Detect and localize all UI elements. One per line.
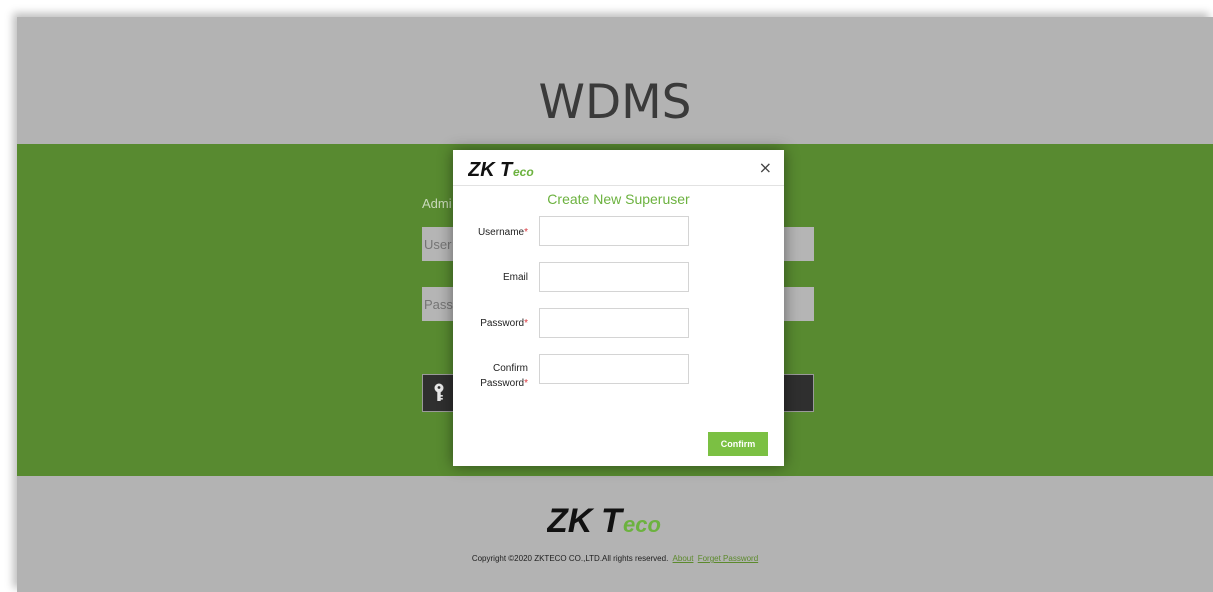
about-link[interactable]: About	[673, 554, 694, 563]
required-marker: *	[524, 227, 528, 238]
footer-copyright: Copyright ©2020 ZKTECO CO.,LTD.All right…	[17, 554, 1213, 563]
confirm-password-input[interactable]	[539, 354, 689, 384]
dialog-header: ZK T eco ×	[453, 150, 784, 186]
username-label: Username*	[477, 227, 528, 238]
username-input[interactable]	[539, 216, 689, 246]
dialog-title: Create New Superuser	[547, 191, 690, 207]
login-heading: Admi	[422, 196, 452, 211]
svg-text:ZK: ZK	[468, 159, 496, 179]
confirm-password-label: Confirm Password*	[480, 363, 528, 389]
close-icon[interactable]: ×	[759, 158, 772, 177]
footer-logo: ZK T eco	[17, 502, 1213, 543]
svg-text:eco: eco	[623, 512, 661, 537]
email-input[interactable]	[539, 262, 689, 292]
svg-text:T: T	[500, 159, 514, 179]
copyright-text: Copyright ©2020 ZKTECO CO.,LTD.All right…	[471, 554, 669, 563]
confirm-button[interactable]: Confirm	[708, 432, 768, 456]
footer: ZK T eco Copyright ©2020 ZKTECO CO.,LTD.…	[17, 476, 1213, 592]
required-marker: *	[524, 378, 528, 389]
password-input[interactable]	[539, 308, 689, 338]
forget-password-link[interactable]: Forget Password	[698, 554, 758, 563]
svg-text:eco: eco	[513, 165, 534, 179]
key-icon	[433, 383, 445, 408]
zkteco-logo: ZK T eco	[467, 159, 544, 184]
svg-text:T: T	[601, 504, 625, 538]
password-label: Password*	[480, 318, 528, 329]
create-superuser-dialog: ZK T eco × Create New Superuser Username…	[453, 150, 784, 466]
svg-text:ZK: ZK	[547, 504, 595, 538]
required-marker: *	[524, 318, 528, 329]
header-band: WDMS	[17, 17, 1213, 144]
email-label: Email	[502, 272, 528, 283]
app-title: WDMS	[538, 75, 692, 130]
